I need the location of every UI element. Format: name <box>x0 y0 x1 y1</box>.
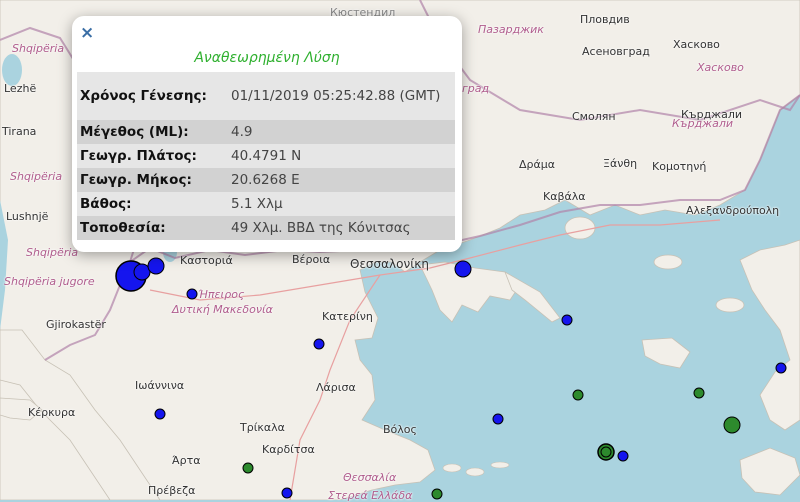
map-label: Λάρισα <box>316 381 356 394</box>
earthquake-marker[interactable] <box>600 446 612 458</box>
map-label: Κατερίνη <box>322 310 373 323</box>
detail-row-location: Τοποθεσία: 49 Χλμ. ΒΒΔ της Κόνιτσας <box>77 216 455 240</box>
detail-row-magnitude: Μέγεθος (ML): 4.9 <box>77 120 455 144</box>
detail-row-longitude: Γεωγρ. Μήκος: 20.6268 E <box>77 168 455 192</box>
island-skopelos <box>465 467 485 477</box>
earthquake-marker[interactable] <box>313 338 325 350</box>
island-skiathos <box>442 463 462 473</box>
earthquake-marker[interactable] <box>723 416 741 434</box>
earthquake-marker[interactable] <box>454 260 472 278</box>
map-label: Βέροια <box>292 253 331 266</box>
detail-key: Γεωγρ. Πλάτος: <box>80 148 197 164</box>
earthquake-marker[interactable] <box>281 487 293 499</box>
map-label: Πρέβεζα <box>148 484 196 497</box>
map-label: Δυτική Μακεδονία <box>172 303 273 316</box>
map-label: Αλεξανδρούπολη <box>686 204 780 217</box>
map-label: град <box>462 82 490 95</box>
earthquake-marker[interactable] <box>186 288 198 300</box>
map-label: Κομοτηνή <box>652 160 707 173</box>
detail-row-latitude: Γεωγρ. Πλάτος: 40.4791 N <box>77 144 455 168</box>
earthquake-marker[interactable] <box>431 488 443 500</box>
earthquake-details-table: Χρόνος Γένεσης: 01/11/2019 05:25:42.88 (… <box>77 72 455 240</box>
earthquake-marker[interactable] <box>775 362 787 374</box>
map-label: Κέρκυρα <box>28 406 76 419</box>
map-label: Shqipëria <box>12 42 65 55</box>
map-label: Lushnjë <box>6 210 49 223</box>
island-thasos <box>564 216 596 240</box>
detail-key: Γεωγρ. Μήκος: <box>80 172 192 188</box>
map-label: Пловдив <box>580 13 630 26</box>
popup-title: Αναθεωρημένη Λύση <box>194 50 340 66</box>
earthquake-marker[interactable] <box>617 450 629 462</box>
map-label: Хасково <box>673 38 720 51</box>
detail-key: Τοποθεσία: <box>80 220 166 236</box>
map-label: Θεσσαλονίκη <box>350 257 429 271</box>
map-label: Gjirokastër <box>46 318 106 331</box>
detail-value: 40.4791 N <box>231 148 302 164</box>
earthquake-marker[interactable] <box>242 462 254 474</box>
island-imbros <box>715 297 745 313</box>
detail-key: Μέγεθος (ML): <box>80 124 189 140</box>
map-label: Tirana <box>2 125 37 138</box>
detail-row-origin-time: Χρόνος Γένεσης: 01/11/2019 05:25:42.88 (… <box>77 72 455 120</box>
map-label: Shqipëria <box>10 170 63 183</box>
map-label: Ξάνθη <box>603 157 638 170</box>
earthquake-marker[interactable] <box>154 408 166 420</box>
map-label: Lezhë <box>4 82 37 95</box>
earthquake-marker[interactable] <box>693 387 705 399</box>
map-label: Смолян <box>572 110 616 123</box>
map-label: Καρδίτσα <box>262 443 315 456</box>
earthquake-marker[interactable] <box>572 389 584 401</box>
close-icon[interactable]: × <box>80 24 94 42</box>
detail-value: 49 Χλμ. ΒΒΔ της Κόνιτσας <box>231 220 411 236</box>
earthquake-info-popup: × Αναθεωρημένη Λύση Χρόνος Γένεσης: 01/1… <box>72 16 462 252</box>
map-label: Shqipëria jugore <box>4 275 95 288</box>
map-label: Τρίκαλα <box>240 421 285 434</box>
earthquake-marker[interactable] <box>561 314 573 326</box>
earthquake-marker[interactable] <box>492 413 504 425</box>
map-label: Ιωάννινα <box>135 379 185 392</box>
island-samothrace <box>653 254 683 270</box>
map-label: Ήπειρος <box>198 288 245 301</box>
map-label: Shqipëria <box>26 246 79 259</box>
map-label: Θεσσαλία <box>343 471 397 484</box>
detail-value: 01/11/2019 05:25:42.88 (GMT) <box>231 88 441 104</box>
detail-key: Χρόνος Γένεσης: <box>80 88 207 104</box>
earthquake-marker[interactable] <box>147 257 165 275</box>
detail-row-depth: Βάθος: 5.1 Χλμ <box>77 192 455 216</box>
map-label: Пазарджик <box>478 23 544 36</box>
detail-value: 5.1 Χλμ <box>231 196 283 212</box>
detail-value: 4.9 <box>231 124 253 140</box>
map-label: Καστοριά <box>180 254 233 267</box>
map-label: Кърджали <box>672 117 733 130</box>
map-label: Άρτα <box>172 454 201 467</box>
island-alonissos <box>490 461 510 469</box>
map-label: Δράμα <box>519 158 556 171</box>
map-label: Хасково <box>697 61 744 74</box>
detail-key: Βάθος: <box>80 196 132 212</box>
map-label: Асеновград <box>582 45 650 58</box>
map-label: Καβάλα <box>543 190 586 203</box>
detail-value: 20.6268 E <box>231 172 300 188</box>
map-label: Στερεά Ελλάδα <box>328 489 413 502</box>
map-label: Βόλος <box>383 423 417 436</box>
